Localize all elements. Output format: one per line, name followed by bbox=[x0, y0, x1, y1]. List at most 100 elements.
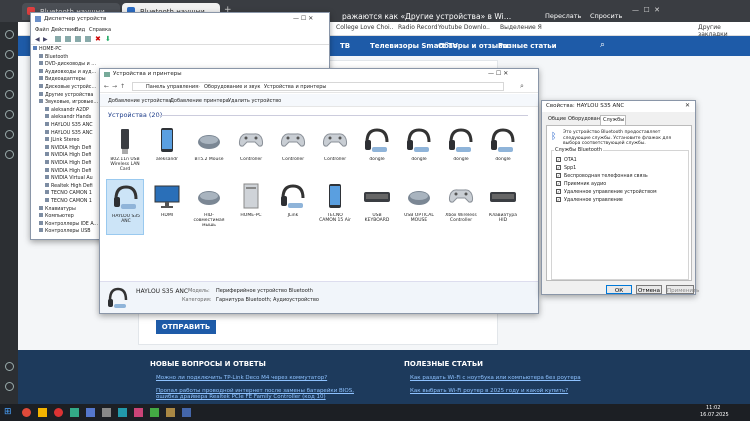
tree-item[interactable]: Компьютер bbox=[39, 213, 99, 219]
app-icon[interactable] bbox=[166, 408, 175, 417]
footer-right-link[interactable]: Как раздать Wi-Fi с ноутбука или компьют… bbox=[410, 375, 610, 381]
tab-services[interactable]: Службы bbox=[600, 115, 626, 125]
device-item[interactable]: dongle bbox=[442, 123, 480, 179]
footer-left-link[interactable]: Пропал работы проводной интернет после з… bbox=[156, 388, 366, 401]
tree-item[interactable]: Другие устройства bbox=[39, 91, 99, 98]
tree-item[interactable]: Bluetooth bbox=[39, 53, 99, 60]
app-icon[interactable] bbox=[182, 408, 191, 417]
ok-button[interactable]: ОК bbox=[606, 285, 632, 294]
device-item[interactable]: 802.11n USB Wireless LAN Card bbox=[106, 123, 144, 179]
remove-device-button[interactable]: Удалить устройство bbox=[228, 98, 281, 104]
tree-item[interactable]: DVD-дисководы и дисководы bbox=[39, 61, 99, 67]
device-item[interactable]: USB OPTICAL MOUSE bbox=[400, 179, 438, 235]
menu-help[interactable]: Справка bbox=[89, 27, 111, 33]
apply-button[interactable]: Применить bbox=[666, 285, 699, 294]
service-checkbox[interactable]: ✓ Беспроводная телефонная связь bbox=[556, 173, 648, 180]
device-item[interactable]: HAYLOU S35 ANC bbox=[106, 179, 144, 235]
ask-button[interactable]: Спросить bbox=[590, 12, 622, 20]
tree-item[interactable]: Realtek High Defi bbox=[45, 182, 99, 189]
menu-action[interactable]: Действие bbox=[51, 27, 76, 33]
share-button[interactable]: Переслать bbox=[545, 12, 581, 20]
device-item[interactable]: JLink bbox=[274, 179, 312, 235]
app-icon[interactable] bbox=[70, 408, 79, 417]
nav-link[interactable]: ТВ bbox=[340, 42, 350, 50]
breadcrumb-item[interactable]: Оборудование и звук bbox=[204, 84, 260, 90]
device-item[interactable]: HDMI bbox=[148, 179, 186, 235]
app-icon[interactable] bbox=[86, 408, 95, 417]
window-controls[interactable]: — ☐ ✕ bbox=[293, 15, 313, 22]
device-item[interactable]: Controller bbox=[274, 123, 312, 179]
nav-link[interactable]: Разные статьи bbox=[498, 42, 557, 50]
window-controls[interactable]: — ☐ ✕ bbox=[632, 6, 660, 14]
search-icon[interactable]: ⌕ bbox=[520, 82, 524, 91]
tree-item[interactable]: Дисковые устройства bbox=[39, 84, 99, 90]
back-icon[interactable]: ← bbox=[104, 83, 109, 90]
sidebar-messages-icon[interactable] bbox=[5, 110, 14, 119]
menu-view[interactable]: Вид bbox=[75, 27, 85, 33]
add-device-button[interactable]: Добавление устройства bbox=[108, 98, 171, 104]
tree-item[interactable]: NVIDIA High Defi bbox=[45, 144, 99, 151]
app-icon[interactable] bbox=[102, 408, 111, 417]
scan-icon[interactable] bbox=[75, 36, 81, 42]
device-item[interactable]: HID-совместимая мышь bbox=[190, 179, 228, 235]
tab-hardware[interactable]: Оборудование bbox=[566, 116, 606, 125]
tab-general[interactable]: Общие bbox=[546, 116, 566, 125]
device-item[interactable]: Клавиатура HID bbox=[484, 179, 522, 235]
service-checkbox[interactable]: ✓ Приемник аудио bbox=[556, 181, 606, 188]
app-icon[interactable] bbox=[134, 408, 143, 417]
tree-item[interactable]: Клавиатуры bbox=[39, 205, 99, 212]
tree-item[interactable]: Аудиовходы и аудиовыходы bbox=[39, 68, 99, 75]
bookmark-item[interactable]: Radio Record bbox=[398, 24, 438, 31]
tree-item[interactable]: Звуковые, игровые и видео bbox=[39, 99, 99, 105]
search-icon[interactable]: ⌕ bbox=[600, 40, 605, 50]
tree-item[interactable]: HAYLOU S35 ANC bbox=[45, 122, 99, 128]
app-icon[interactable] bbox=[118, 408, 127, 417]
yandex-icon[interactable] bbox=[54, 408, 63, 417]
sidebar-calendar-icon[interactable] bbox=[5, 130, 14, 139]
service-checkbox[interactable]: ✓ OTA1 bbox=[556, 157, 577, 164]
device-item[interactable]: dongle bbox=[400, 123, 438, 179]
device-item[interactable]: HOME-PC bbox=[232, 179, 270, 235]
window-controls[interactable]: — ☐ ✕ bbox=[488, 70, 508, 77]
tree-item[interactable]: HOME-PC bbox=[33, 46, 99, 52]
properties-icon[interactable] bbox=[55, 36, 61, 42]
bookmark-item[interactable]: College Love Choi.. bbox=[336, 24, 394, 31]
tree-item[interactable]: JLink Stereo bbox=[45, 137, 99, 143]
tree-item[interactable]: NVIDIA High Defi bbox=[45, 167, 99, 174]
tree-item[interactable]: Видеоадаптеры bbox=[39, 76, 99, 82]
service-checkbox[interactable]: ✓ Удаленное управление bbox=[556, 197, 623, 204]
tree-item[interactable]: NVIDIA High Defi bbox=[45, 160, 99, 166]
device-item[interactable]: TECNO CAMON 15 Air bbox=[316, 179, 354, 235]
app-icon[interactable] bbox=[150, 408, 159, 417]
sidebar-music-icon[interactable] bbox=[5, 90, 14, 99]
update-icon[interactable] bbox=[85, 36, 91, 42]
sidebar-more-icon[interactable] bbox=[5, 382, 14, 391]
sidebar-home-icon[interactable] bbox=[5, 30, 14, 39]
tree-item[interactable]: aleksandr A2DP bbox=[45, 106, 99, 113]
device-item[interactable]: aleksandr bbox=[148, 123, 186, 179]
device-item[interactable]: Xbox Wireless Controller bbox=[442, 179, 480, 235]
tree-item[interactable]: TECNO CAMON 1 bbox=[45, 190, 99, 196]
sidebar-notes-icon[interactable] bbox=[5, 150, 14, 159]
opera-icon[interactable] bbox=[22, 408, 31, 417]
sidebar-history-icon[interactable] bbox=[5, 50, 14, 59]
tree-item[interactable]: Контроллеры IDE ATA/ATAPI bbox=[39, 220, 99, 227]
footer-left-link[interactable]: Можно ли подключить TP-Link Deco M4 чере… bbox=[156, 375, 356, 381]
tree-item[interactable]: NVIDIA High Defi bbox=[45, 152, 99, 158]
device-item[interactable]: Controller bbox=[232, 123, 270, 179]
breadcrumb-item[interactable]: Устройства и принтеры bbox=[264, 84, 326, 90]
device-item[interactable]: Controller bbox=[316, 123, 354, 179]
sidebar-bookmarks-icon[interactable] bbox=[5, 70, 14, 79]
footer-right-link[interactable]: Как выбрать Wi-Fi роутер в 2025 году и к… bbox=[410, 388, 610, 394]
tree-item[interactable]: HAYLOU S35 ANC bbox=[45, 129, 99, 136]
sidebar-settings-icon[interactable] bbox=[5, 362, 14, 371]
tree-item[interactable]: TECNO CAMON 1 bbox=[45, 198, 99, 204]
tree-item[interactable]: NVIDIA Virtual Au bbox=[45, 175, 99, 181]
device-item[interactable]: dongle bbox=[358, 123, 396, 179]
remove-icon[interactable]: ✖ bbox=[95, 35, 101, 43]
bookmark-item[interactable]: Выделение Я bbox=[500, 24, 542, 31]
tree-item[interactable]: Контроллеры USB bbox=[39, 228, 99, 234]
breadcrumb-item[interactable]: Панель управления bbox=[146, 84, 198, 90]
menu-file[interactable]: Файл bbox=[35, 27, 49, 33]
add-printer-button[interactable]: Добавление принтера bbox=[170, 98, 229, 104]
